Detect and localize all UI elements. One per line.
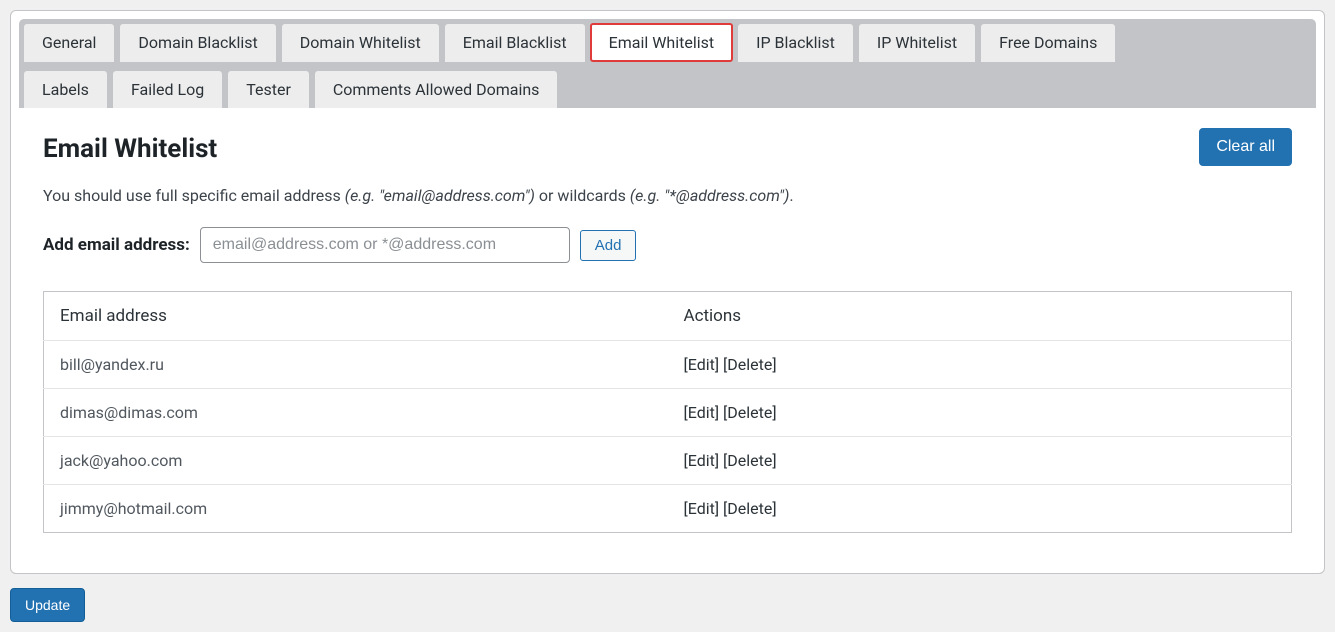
actions-cell: [Edit] [Delete] (668, 389, 1292, 437)
actions-cell: [Edit] [Delete] (668, 485, 1292, 533)
add-button[interactable]: Add (580, 230, 637, 261)
add-email-input[interactable] (200, 227, 570, 263)
tab-free-domains[interactable]: Free Domains (980, 23, 1116, 62)
email-table: Email address Actions bill@yandex.ru[Edi… (43, 291, 1292, 533)
desc-example-1: (e.g. "email@address.com") (345, 186, 535, 205)
table-row: bill@yandex.ru[Edit] [Delete] (44, 341, 1292, 389)
table-row: jack@yahoo.com[Edit] [Delete] (44, 437, 1292, 485)
actions-cell: [Edit] [Delete] (668, 437, 1292, 485)
table-row: dimas@dimas.com[Edit] [Delete] (44, 389, 1292, 437)
add-email-row: Add email address: Add (43, 227, 1292, 263)
tab-failed-log[interactable]: Failed Log (112, 70, 223, 108)
edit-link[interactable]: [Edit] (684, 355, 720, 374)
col-header-email: Email address (44, 292, 668, 341)
add-email-label: Add email address: (43, 235, 190, 255)
email-cell: jack@yahoo.com (44, 437, 668, 485)
col-header-actions: Actions (668, 292, 1292, 341)
tab-content: Email Whitelist Clear all You should use… (19, 108, 1316, 543)
delete-link[interactable]: [Delete] (723, 355, 777, 374)
update-button[interactable]: Update (10, 588, 85, 622)
desc-example-2: (e.g. "*@address.com") (630, 186, 790, 205)
description-text: You should use full specific email addre… (43, 186, 1292, 205)
email-cell: bill@yandex.ru (44, 341, 668, 389)
edit-link[interactable]: [Edit] (684, 499, 720, 518)
footer: Update (10, 588, 1325, 622)
delete-link[interactable]: [Delete] (723, 499, 777, 518)
email-cell: dimas@dimas.com (44, 389, 668, 437)
settings-panel: GeneralDomain BlacklistDomain WhitelistE… (10, 10, 1325, 574)
tab-domain-whitelist[interactable]: Domain Whitelist (281, 23, 440, 62)
tab-labels[interactable]: Labels (23, 70, 108, 108)
desc-part-3: . (789, 186, 793, 205)
tab-ip-whitelist[interactable]: IP Whitelist (858, 23, 976, 62)
desc-part-1: You should use full specific email addre… (43, 186, 345, 205)
email-cell: jimmy@hotmail.com (44, 485, 668, 533)
page-title: Email Whitelist (43, 134, 217, 164)
delete-link[interactable]: [Delete] (723, 451, 777, 470)
tab-comments-allowed-domains[interactable]: Comments Allowed Domains (314, 70, 559, 108)
tab-email-whitelist[interactable]: Email Whitelist (590, 23, 733, 62)
tab-bar: GeneralDomain BlacklistDomain WhitelistE… (19, 19, 1316, 108)
delete-link[interactable]: [Delete] (723, 403, 777, 422)
edit-link[interactable]: [Edit] (684, 451, 720, 470)
edit-link[interactable]: [Edit] (684, 403, 720, 422)
clear-all-button[interactable]: Clear all (1199, 128, 1292, 166)
actions-cell: [Edit] [Delete] (668, 341, 1292, 389)
table-row: jimmy@hotmail.com[Edit] [Delete] (44, 485, 1292, 533)
tab-email-blacklist[interactable]: Email Blacklist (444, 23, 586, 62)
tab-domain-blacklist[interactable]: Domain Blacklist (119, 23, 276, 62)
tab-ip-blacklist[interactable]: IP Blacklist (737, 23, 854, 62)
tab-tester[interactable]: Tester (227, 70, 310, 108)
desc-part-2: or wildcards (535, 186, 630, 205)
tab-general[interactable]: General (23, 23, 115, 62)
